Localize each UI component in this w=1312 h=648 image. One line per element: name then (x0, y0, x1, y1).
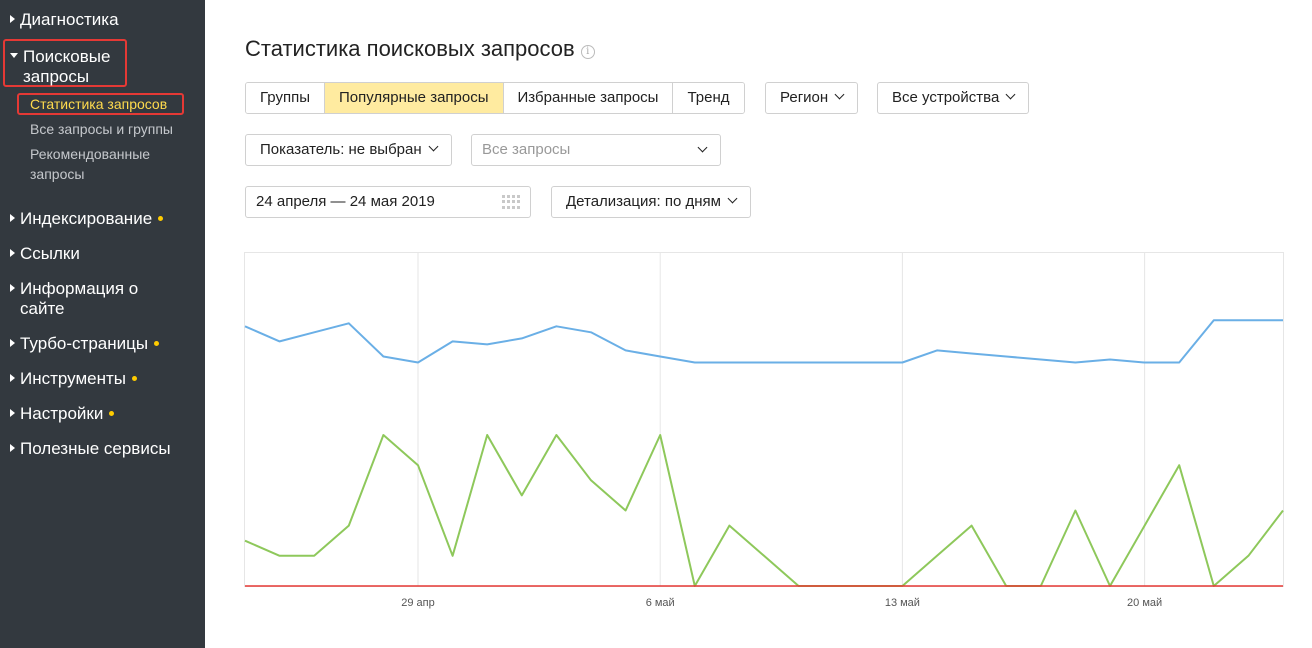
sidebar-subitem-recommended[interactable]: Рекомендованные запросы (30, 144, 170, 184)
chevron-down-icon (727, 193, 738, 204)
notification-dot-icon (109, 411, 115, 416)
chevron-right-icon (10, 339, 15, 347)
chart-grid (244, 252, 1284, 587)
region-dropdown[interactable]: Регион (765, 82, 859, 114)
chevron-right-icon (10, 15, 15, 23)
page-title: Статистика поисковых запросов i (245, 36, 595, 62)
series-line-2 (244, 434, 1284, 587)
tab-trend[interactable]: Тренд (673, 83, 744, 113)
chevron-right-icon (10, 374, 15, 382)
notification-dot-icon (158, 216, 164, 221)
x-tick-label: 20 май (1127, 597, 1162, 609)
date-range-input[interactable]: 24 апреля — 24 мая 2019 (245, 186, 531, 218)
sidebar-item-tools[interactable]: Инструменты (10, 369, 138, 389)
metric-dropdown[interactable]: Показатель: не выбран (245, 134, 452, 166)
sidebar-item-settings[interactable]: Настройки (10, 404, 115, 424)
sidebar-subitem-all-queries[interactable]: Все запросы и группы (30, 119, 173, 139)
sidebar-item-indexing[interactable]: Индексирование (10, 209, 164, 229)
notification-dot-icon (132, 376, 138, 381)
query-stats-chart: 29 апр 6 май 13 май 20 май (244, 252, 1284, 609)
sidebar-subitem-query-stats[interactable]: Статистика запросов (17, 93, 184, 115)
query-type-tabs: Группы Популярные запросы Избранные запр… (245, 82, 745, 114)
sidebar-item-site-info[interactable]: Информация о сайте (10, 279, 140, 319)
chevron-right-icon (10, 284, 15, 292)
x-tick-label: 6 май (646, 597, 675, 609)
series-line-1 (244, 319, 1283, 364)
sidebar: Диагностика Поисковые запросы Статистика… (0, 0, 205, 648)
chevron-right-icon (10, 214, 15, 222)
sidebar-item-diagnostics[interactable]: Диагностика (10, 10, 119, 30)
sidebar-item-links[interactable]: Ссылки (10, 244, 80, 264)
chevron-down-icon (697, 142, 708, 153)
chevron-right-icon (10, 409, 15, 417)
chart-frame (244, 252, 1284, 587)
calendar-icon[interactable] (502, 195, 520, 209)
sidebar-item-turbo-pages[interactable]: Турбо-страницы (10, 334, 160, 354)
chevron-down-icon (834, 89, 845, 100)
chevron-down-icon (428, 141, 439, 152)
chevron-down-icon (1005, 89, 1016, 100)
queries-select[interactable]: Все запросы (471, 134, 721, 166)
tab-favorite-queries[interactable]: Избранные запросы (503, 83, 674, 113)
sidebar-item-search-queries[interactable]: Поисковые запросы (3, 39, 127, 87)
x-tick-label: 29 апр (401, 597, 434, 609)
notification-dot-icon (154, 341, 160, 346)
tab-groups[interactable]: Группы (246, 83, 325, 113)
chart-series (244, 319, 1284, 587)
x-tick-label: 13 май (885, 597, 920, 609)
devices-dropdown[interactable]: Все устройства (877, 82, 1030, 114)
chevron-down-icon (10, 53, 18, 58)
tab-popular-queries[interactable]: Популярные запросы (324, 83, 504, 113)
detail-dropdown[interactable]: Детализация: по дням (551, 186, 751, 218)
sidebar-item-useful-services[interactable]: Полезные сервисы (10, 439, 171, 459)
info-icon[interactable]: i (580, 45, 595, 59)
chevron-right-icon (10, 444, 15, 452)
chevron-right-icon (10, 249, 15, 257)
chart-x-axis: 29 апр 6 май 13 май 20 май (401, 597, 1162, 609)
